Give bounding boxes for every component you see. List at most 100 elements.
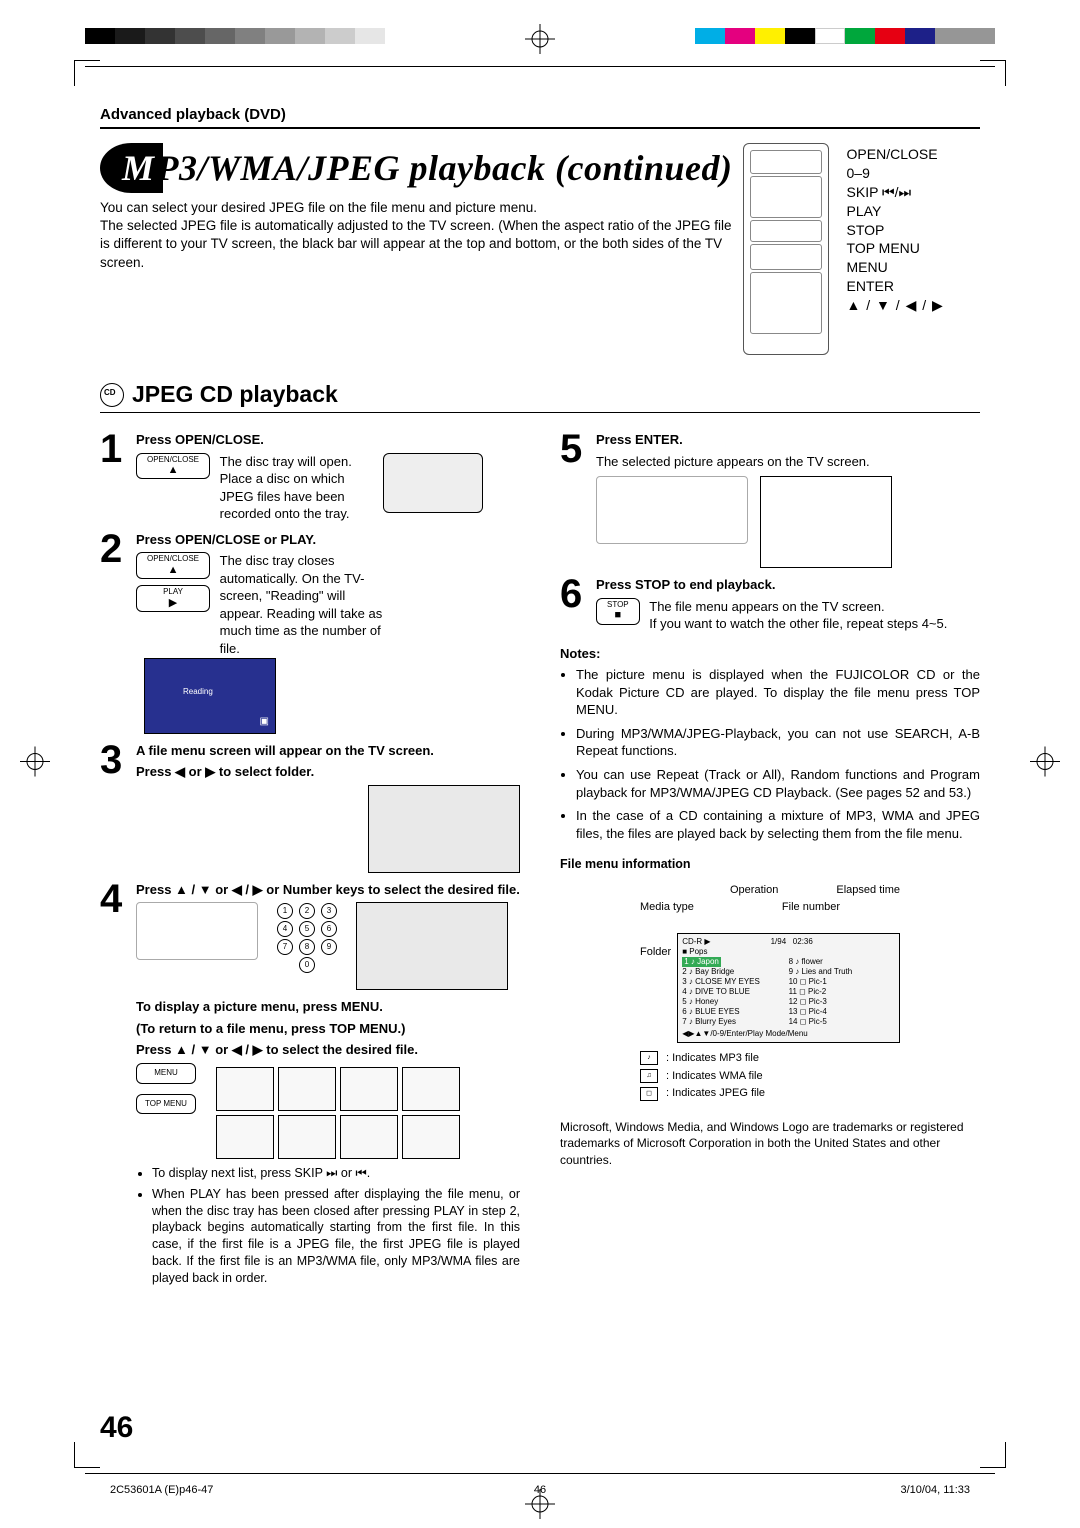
- remote-area: OPEN/CLOSE 0–9 SKIP ⏮/⏭ PLAY STOP TOP ME…: [743, 143, 980, 353]
- crop-mark: [74, 60, 100, 86]
- list-item: During MP3/WMA/JPEG-Playback, you can no…: [576, 725, 980, 760]
- subsection-heading-text: JPEG CD playback: [132, 381, 338, 408]
- printer-marks-top: [0, 28, 1080, 66]
- color-bar-right: [695, 28, 995, 44]
- picture-preview: [760, 476, 892, 568]
- panel-row: 1 ♪ Japon: [682, 957, 721, 967]
- diagram-label: Media type: [640, 900, 694, 915]
- cd-icon: [100, 383, 124, 407]
- step-body: The selected picture appears on the TV s…: [596, 453, 980, 471]
- step-3: 3 A file menu screen will appear on the …: [100, 742, 520, 873]
- step-subheading: To display a picture menu, press MENU.: [136, 998, 520, 1016]
- two-column: 1 Press OPEN/CLOSE. OPEN/CLOSE▲ The disc…: [100, 423, 980, 1291]
- list-item: In the case of a CD containing a mixture…: [576, 807, 980, 842]
- hero-row: MP3/WMA/JPEG playback (continued) You ca…: [100, 143, 980, 353]
- page-title: MP3/WMA/JPEG playback (continued): [100, 143, 733, 193]
- step-6: 6 Press STOP to end playback. STOP■ The …: [560, 576, 980, 633]
- remote-label: 0–9: [847, 164, 980, 183]
- footer-doc-id: 2C53601A (E)p46-47: [110, 1484, 213, 1496]
- registration-mark-bottom: [525, 1489, 555, 1524]
- panel-row: 10 ◻ Pic-1: [789, 977, 895, 987]
- top-menu-button-icon: TOP MENU: [136, 1094, 196, 1115]
- legend: ♪: Indicates MP3 file ♫: Indicates WMA f…: [640, 1051, 900, 1102]
- step-body: The file menu appears on the TV screen. …: [649, 598, 949, 633]
- step-heading: Press ◀ or ▶ to select folder.: [136, 763, 520, 781]
- panel-row: 9 ♪ Lies and Truth: [789, 967, 895, 977]
- footer-date: 3/10/04, 11:33: [900, 1484, 970, 1496]
- panel-row: 5 ♪ Honey: [682, 997, 788, 1007]
- panel-header: CD-R ▶ 1/94 02:36: [682, 937, 895, 947]
- enter-pad-illustration: [596, 476, 748, 544]
- diagram-label: Folder: [640, 945, 671, 960]
- crop-mark: [980, 1442, 1006, 1468]
- menu-button-icon: MENU: [136, 1063, 196, 1084]
- content: Advanced playback (DVD) MP3/WMA/JPEG pla…: [100, 106, 980, 1448]
- page: Advanced playback (DVD) MP3/WMA/JPEG pla…: [0, 0, 1080, 1528]
- panel-row: 11 ◻ Pic-2: [789, 987, 895, 997]
- disc-tray-illustration: [383, 453, 483, 513]
- stop-button-icon: STOP■: [596, 598, 640, 625]
- step-4: 4 Press ▲ / ▼ or ◀ / ▶ or Number keys to…: [100, 881, 520, 1291]
- registration-mark-left: [20, 747, 50, 782]
- step-subheading: Press ▲ / ▼ or ◀ / ▶ to select the desir…: [136, 1041, 520, 1059]
- thumbnail-grid: [216, 1063, 460, 1159]
- step-heading: Press ▲ / ▼ or ◀ / ▶ or Number keys to s…: [136, 881, 520, 899]
- panel-footer: ◀▶▲▼/0-9/Enter/Play Mode/Menu: [682, 1029, 895, 1039]
- remote-label: SKIP ⏮/⏭: [847, 183, 980, 202]
- right-column: 5 Press ENTER. The selected picture appe…: [540, 423, 980, 1291]
- remote-label: ▲ / ▼ / ◀ / ▶: [847, 296, 980, 315]
- file-menu-info-heading: File menu information: [560, 856, 980, 873]
- step-heading: Press OPEN/CLOSE or PLAY.: [136, 531, 520, 549]
- panel-row: 3 ♪ CLOSE MY EYES: [682, 977, 788, 987]
- step-heading: Press STOP to end playback.: [596, 576, 980, 594]
- registration-mark-top: [525, 24, 555, 54]
- step-number: 1: [100, 431, 136, 523]
- open-close-button-icon: OPEN/CLOSE▲: [136, 453, 210, 480]
- file-menu-panel: CD-R ▶ 1/94 02:36 ■ Pops 1 ♪ Japon 2 ♪ B…: [677, 933, 900, 1043]
- page-number: 46: [100, 1408, 133, 1449]
- panel-row: 6 ♪ BLUE EYES: [682, 1007, 788, 1017]
- crop-mark: [74, 1442, 100, 1468]
- step-5: 5 Press ENTER. The selected picture appe…: [560, 431, 980, 568]
- remote-label: MENU: [847, 258, 980, 277]
- legend-text: : Indicates WMA file: [666, 1069, 763, 1084]
- step-number: 5: [560, 431, 596, 568]
- step-number: 2: [100, 531, 136, 734]
- panel-row: 8 ♪ flower: [789, 957, 895, 967]
- step-subheading: (To return to a file menu, press TOP MEN…: [136, 1020, 520, 1038]
- section-label: Advanced playback (DVD): [100, 106, 980, 123]
- notes-heading: Notes:: [560, 645, 980, 663]
- list-item: You can use Repeat (Track or All), Rando…: [576, 766, 980, 801]
- notes-block: Notes: The picture menu is displayed whe…: [560, 645, 980, 842]
- hero-left: MP3/WMA/JPEG playback (continued) You ca…: [100, 143, 743, 353]
- remote-label: PLAY: [847, 202, 980, 221]
- panel-row: 13 ◻ Pic-4: [789, 1007, 895, 1017]
- panel-row: 2 ♪ Bay Bridge: [682, 967, 788, 977]
- panel-row: 14 ◻ Pic-5: [789, 1017, 895, 1027]
- step-2: 2 Press OPEN/CLOSE or PLAY. OPEN/CLOSE▲ …: [100, 531, 520, 734]
- remote-labels: OPEN/CLOSE 0–9 SKIP ⏮/⏭ PLAY STOP TOP ME…: [847, 143, 980, 315]
- legend-text: : Indicates JPEG file: [666, 1086, 765, 1101]
- remote-label: STOP: [847, 221, 980, 240]
- list-item: To display next list, press SKIP ⏭ or ⏮.: [152, 1165, 520, 1182]
- title-rest: P3/WMA/JPEG playback (continued): [157, 148, 733, 188]
- step-heading: A file menu screen will appear on the TV…: [136, 742, 520, 760]
- dpad-illustration: [136, 902, 258, 960]
- panel-row: 12 ◻ Pic-3: [789, 997, 895, 1007]
- diagram-label: File number: [782, 900, 840, 915]
- diagram-label: Operation: [730, 883, 778, 898]
- step-number: 6: [560, 576, 596, 633]
- list-item: The picture menu is displayed when the F…: [576, 666, 980, 719]
- step-number: 4: [100, 881, 136, 1291]
- remote-illustration: [743, 143, 829, 355]
- step-number: 3: [100, 742, 136, 873]
- remote-label: ENTER: [847, 277, 980, 296]
- mp3-icon: ♪: [640, 1051, 658, 1065]
- panel-row: 4 ♪ DIVE TO BLUE: [682, 987, 788, 997]
- registration-mark-right: [1030, 747, 1060, 782]
- number-keypad-illustration: 123 456 789 .0.: [276, 902, 338, 974]
- tv-screen-reading: Reading ▣: [144, 658, 276, 734]
- step-body: The disc tray will open. Place a disc on…: [220, 453, 380, 523]
- step-1: 1 Press OPEN/CLOSE. OPEN/CLOSE▲ The disc…: [100, 431, 520, 523]
- left-column: 1 Press OPEN/CLOSE. OPEN/CLOSE▲ The disc…: [100, 423, 540, 1291]
